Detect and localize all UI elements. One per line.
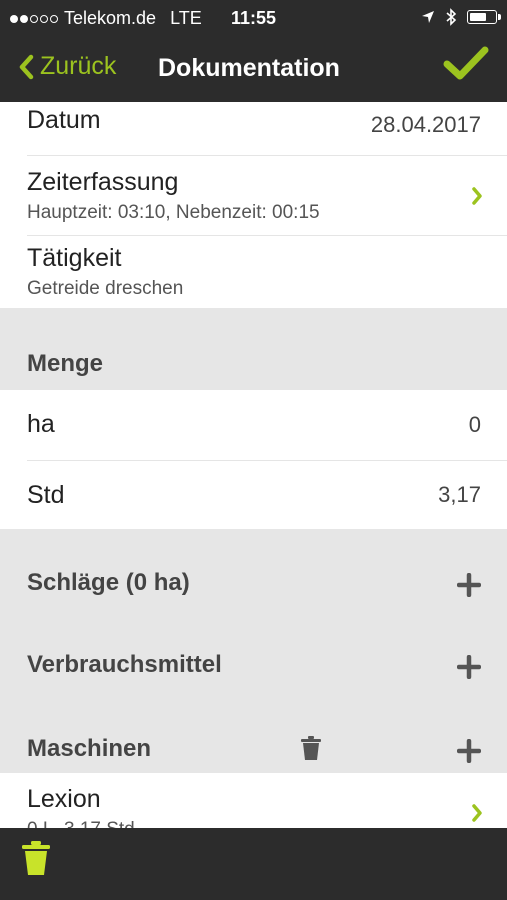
- quantity-value: 0: [468, 412, 481, 437]
- bottom-toolbar: [0, 828, 507, 900]
- quantity-row-std[interactable]: Std 3,17: [0, 461, 507, 529]
- quantity-section-header: Menge: [0, 308, 507, 390]
- activity-value: Getreide dreschen: [27, 278, 184, 299]
- status-right: [421, 8, 501, 26]
- machine-name: Lexion: [27, 785, 101, 813]
- quantity-row-ha[interactable]: ha 0: [0, 390, 507, 460]
- quantity-unit: Std: [27, 481, 65, 509]
- back-label: Zurück: [40, 52, 117, 80]
- chevron-right-icon: [472, 187, 482, 205]
- activity-row[interactable]: Tätigkeit Getreide dreschen: [0, 236, 507, 308]
- delete-machines-trash-icon[interactable]: [300, 735, 322, 761]
- add-field-plus-icon[interactable]: [457, 573, 481, 597]
- consumables-section-header: Verbrauchsmittel: [0, 611, 507, 693]
- machine-row-lexion[interactable]: Lexion 0 L, 3,17 Std: [0, 773, 507, 828]
- status-bar: Telekom.de LTE 11:55: [0, 0, 507, 36]
- trash-icon[interactable]: [21, 840, 51, 876]
- fields-section-header: Schläge (0 ha): [0, 529, 507, 611]
- navigation-bar: Zurück Dokumentation: [0, 36, 507, 102]
- quantity-value: 3,17: [438, 482, 481, 507]
- chevron-right-icon: [472, 804, 482, 822]
- location-arrow-icon: [422, 11, 434, 23]
- confirm-button[interactable]: [443, 44, 489, 89]
- battery-icon: [467, 10, 501, 24]
- date-row[interactable]: Datum 28.04.2017: [0, 102, 507, 155]
- time-tracking-summary: Hauptzeit: 03:10, Nebenzeit: 00:15: [27, 202, 320, 223]
- add-machine-plus-icon[interactable]: [457, 739, 481, 763]
- content-area[interactable]: Datum 28.04.2017 Zeiterfassung Hauptzeit…: [0, 102, 507, 828]
- machines-section-title: Maschinen: [27, 735, 152, 762]
- fields-section-title: Schläge (0 ha): [27, 569, 190, 596]
- time-tracking-row[interactable]: Zeiterfassung Hauptzeit: 03:10, Nebenzei…: [0, 156, 507, 236]
- date-value: 28.04.2017: [370, 112, 481, 137]
- checkmark-icon: [443, 46, 489, 80]
- time-tracking-label: Zeiterfassung: [27, 168, 179, 196]
- activity-label: Tätigkeit: [27, 244, 122, 272]
- quantity-section-title: Menge: [27, 350, 104, 377]
- consumables-section-title: Verbrauchsmittel: [27, 651, 222, 678]
- bluetooth-icon: [446, 8, 457, 26]
- machines-section-header: Maschinen: [0, 693, 507, 773]
- machine-summary: 0 L, 3,17 Std: [27, 819, 135, 828]
- quantity-unit: ha: [27, 410, 55, 438]
- page-title: Dokumentation: [158, 54, 340, 82]
- back-button[interactable]: Zurück: [18, 52, 116, 81]
- date-label: Datum: [27, 106, 101, 134]
- chevron-left-icon: [19, 54, 34, 79]
- add-consumable-plus-icon[interactable]: [457, 655, 481, 679]
